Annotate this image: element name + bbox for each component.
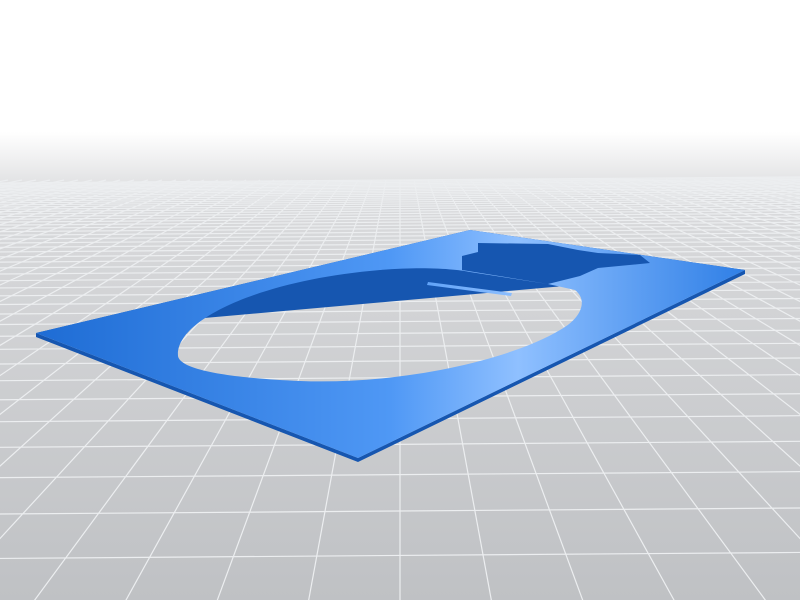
3d-viewport[interactable]: (function(){ const g = document.getEleme… bbox=[0, 0, 800, 600]
